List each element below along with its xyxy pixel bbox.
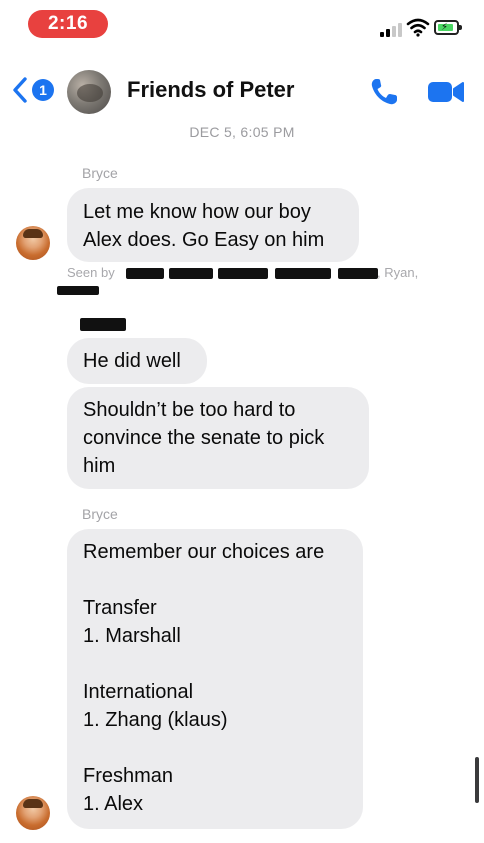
- status-bar: 2:16 ⚡: [0, 0, 484, 48]
- phone-icon[interactable]: [368, 76, 400, 108]
- avatar[interactable]: [16, 226, 50, 260]
- conversation-timestamp: DEC 5, 6:05 PM: [189, 124, 295, 140]
- cellular-signal-icon: [380, 23, 402, 37]
- chat-header: 1 Friends of Peter: [0, 60, 484, 120]
- message-line: He did well: [83, 350, 181, 372]
- message-bubble[interactable]: Remember our choices are Transfer 1. Mar…: [67, 529, 363, 829]
- message-line: convince the senate to pick: [83, 427, 325, 449]
- message-line: Alex does. Go Easy on him: [83, 229, 325, 251]
- video-camera-icon[interactable]: [427, 78, 465, 106]
- redaction-bar: [126, 268, 164, 279]
- chat-title[interactable]: Friends of Peter: [127, 77, 294, 103]
- redaction-bar: [338, 268, 378, 279]
- message-line: [83, 566, 347, 594]
- unread-count-badge: 1: [32, 79, 54, 101]
- message-line: Transfer: [83, 597, 157, 619]
- message-line: Remember our choices are: [83, 541, 325, 563]
- message-line: [83, 734, 347, 762]
- scrollbar[interactable]: [475, 757, 479, 803]
- chevron-left-icon: [13, 77, 27, 103]
- message-line: International: [83, 681, 194, 703]
- redaction-bar: [218, 268, 268, 279]
- message-line: 1. Marshall: [83, 625, 181, 647]
- message-bubble[interactable]: He did well: [67, 338, 207, 384]
- message-bubble[interactable]: Shouldn’t be too hard to convince the se…: [67, 387, 369, 489]
- redaction-bar: [57, 286, 99, 295]
- seen-by-label: Seen by: [67, 265, 115, 280]
- sender-name: Bryce: [82, 506, 118, 522]
- message-line: 1. Alex: [83, 793, 144, 815]
- message-line: 1. Zhang (klaus): [83, 709, 228, 731]
- status-time[interactable]: 2:16: [28, 10, 108, 38]
- message-line: him: [83, 455, 116, 477]
- seen-by-names: , Ryan,: [377, 265, 419, 280]
- group-avatar[interactable]: [67, 70, 111, 114]
- wifi-icon: [406, 18, 430, 37]
- message-line: [83, 650, 347, 678]
- redaction-bar: [275, 268, 331, 279]
- message-line: Let me know how our boy: [83, 201, 311, 223]
- redaction-bar: [169, 268, 213, 279]
- message-line: Shouldn’t be too hard to: [83, 399, 296, 421]
- back-button[interactable]: 1: [12, 76, 58, 106]
- battery-charging-icon: ⚡: [434, 20, 462, 35]
- message-line: Freshman: [83, 765, 174, 787]
- redacted-sender-name: [80, 318, 126, 331]
- sender-name: Bryce: [82, 165, 118, 181]
- message-bubble[interactable]: Let me know how our boy Alex does. Go Ea…: [67, 188, 359, 262]
- avatar[interactable]: [16, 796, 50, 830]
